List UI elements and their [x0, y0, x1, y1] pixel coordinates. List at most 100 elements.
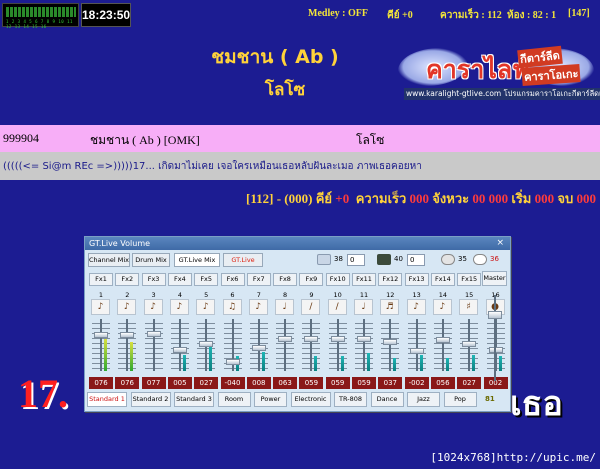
channel-fader-6[interactable] [221, 319, 245, 371]
master-knob-icon[interactable] [473, 254, 487, 265]
info-prefix: [112] - (000) [246, 191, 313, 206]
song-artist: โลโซ [356, 133, 385, 147]
fx-button-11[interactable]: Fx11 [352, 273, 376, 286]
tab-drum-mix[interactable]: Drum Mix [132, 253, 170, 267]
channel-fader-4[interactable] [168, 319, 192, 371]
level-meter: 1 2 3 4 5 6 7 8 9 10 11 12 13 14 15 16 [2, 3, 79, 29]
channel-number-12: 12 [386, 291, 395, 299]
flute-icon[interactable]: / [301, 299, 321, 315]
spin-2[interactable]: 0 [407, 254, 425, 266]
preset-electronic[interactable]: Electronic [290, 392, 331, 407]
guitar-icon[interactable]: ♪ [432, 299, 452, 315]
fx-button-5[interactable]: Fx5 [194, 273, 219, 286]
channel-value-8: 063 [273, 377, 298, 389]
preset-pop[interactable]: Pop [443, 392, 477, 407]
preset-dance[interactable]: Dance [370, 392, 404, 407]
strings-icon[interactable]: ♯ [459, 299, 479, 315]
channel-fader-13[interactable] [405, 319, 429, 371]
guitar-icon[interactable]: ♪ [196, 299, 216, 315]
guitar-icon[interactable]: ♪ [143, 299, 163, 315]
close-icon[interactable]: × [496, 237, 504, 250]
horn-icon[interactable]: ♬ [380, 299, 400, 315]
fader-knob[interactable] [383, 339, 398, 346]
master-button[interactable]: Master [482, 271, 507, 286]
knob-icon[interactable] [441, 254, 455, 265]
fader-knob[interactable] [146, 331, 161, 338]
fader-knob[interactable] [278, 335, 293, 342]
channel-fader-12[interactable] [378, 319, 402, 371]
channel-fader-9[interactable] [299, 319, 323, 371]
fader-knob[interactable] [462, 341, 477, 348]
preset-standard-3[interactable]: Standard 3 [174, 392, 214, 407]
guitar-icon[interactable]: ♪ [248, 299, 268, 315]
fx-button-2[interactable]: Fx2 [115, 273, 140, 286]
fx-button-10[interactable]: Fx10 [325, 273, 350, 286]
master-fader-knob[interactable] [488, 310, 502, 319]
fader-knob[interactable] [409, 347, 424, 354]
guitar-icon[interactable]: ♪ [117, 299, 137, 315]
channel-number-15: 15 [465, 291, 474, 299]
tab-gt-live-mix[interactable]: GT.Live Mix [174, 253, 220, 267]
preset-room[interactable]: Room [217, 392, 251, 407]
level-bar [393, 358, 397, 371]
fader-knob[interactable] [225, 359, 240, 366]
tab-gt-live[interactable]: GT.Live [223, 253, 263, 267]
fx-button-13[interactable]: Fx13 [404, 273, 429, 286]
fx-button-8[interactable]: Fx8 [273, 273, 298, 286]
master-fader[interactable] [483, 291, 507, 389]
channel-fader-8[interactable] [273, 319, 297, 371]
preset-tr-808[interactable]: TR-808 [334, 392, 367, 407]
channel-fader-15[interactable] [457, 319, 481, 371]
level-bar [104, 338, 107, 371]
channel-fader-5[interactable] [194, 319, 218, 371]
level-bar [130, 342, 134, 371]
fx-button-6[interactable]: Fx6 [220, 273, 245, 286]
fx-button-12[interactable]: Fx12 [378, 273, 403, 286]
channel-fader-11[interactable] [352, 319, 376, 371]
channel-fader-14[interactable] [431, 319, 455, 371]
preset-jazz[interactable]: Jazz [407, 392, 440, 407]
fader-knob[interactable] [199, 341, 214, 348]
channel-fader-2[interactable] [115, 319, 139, 371]
fader-knob[interactable] [435, 337, 450, 344]
info-beat-label: จังหวะ [432, 191, 470, 206]
preset-standard-2[interactable]: Standard 2 [130, 392, 171, 407]
tab-channel-mix[interactable]: Channel Mix [88, 253, 130, 267]
song-count: [147] [568, 8, 590, 19]
fader-knob[interactable] [330, 336, 345, 343]
fx-button-4[interactable]: Fx4 [167, 273, 192, 286]
sax-icon[interactable]: ♩ [275, 299, 295, 315]
fader-knob[interactable] [172, 346, 187, 353]
fader-rail [415, 319, 418, 371]
fx-button-3[interactable]: Fx3 [141, 273, 166, 286]
window-titlebar[interactable]: GT.Live Volume × [85, 237, 510, 250]
guitar-icon[interactable]: ♪ [169, 299, 189, 315]
channel-number-7: 7 [256, 291, 261, 299]
sax-icon[interactable]: ♩ [354, 299, 373, 315]
fx-button-7[interactable]: Fx7 [246, 273, 271, 286]
channel-fader-3[interactable] [142, 319, 166, 371]
fader-knob[interactable] [304, 336, 319, 343]
gt-live-volume-window[interactable]: GT.Live Volume × Channel Mix Drum Mix GT… [84, 236, 511, 412]
guitar-icon[interactable]: ♪ [91, 299, 110, 315]
preset-power[interactable]: Power [254, 392, 287, 407]
fader-knob[interactable] [120, 331, 135, 338]
guitar-icon[interactable]: ♪ [406, 299, 426, 315]
volume-value-4: 36 [490, 255, 499, 263]
fx-button-1[interactable]: Fx1 [89, 273, 113, 286]
violin-icon[interactable]: ♫ [222, 299, 242, 315]
fader-knob[interactable] [94, 331, 108, 338]
fx-button-9[interactable]: Fx9 [299, 273, 324, 286]
fx-button-15[interactable]: Fx15 [457, 273, 482, 286]
fader-rail [178, 319, 181, 371]
channel-fader-1[interactable] [89, 319, 113, 371]
channel-number-13: 13 [412, 291, 421, 299]
channel-fader-7[interactable] [247, 319, 271, 371]
fader-knob[interactable] [357, 336, 371, 343]
preset-standard-1[interactable]: Standard 1 [87, 392, 127, 407]
fader-knob[interactable] [251, 344, 266, 351]
spin-1[interactable]: 0 [347, 254, 365, 266]
flute-icon[interactable]: / [327, 299, 347, 315]
channel-fader-10[interactable] [326, 319, 350, 371]
fx-button-14[interactable]: Fx14 [430, 273, 455, 286]
